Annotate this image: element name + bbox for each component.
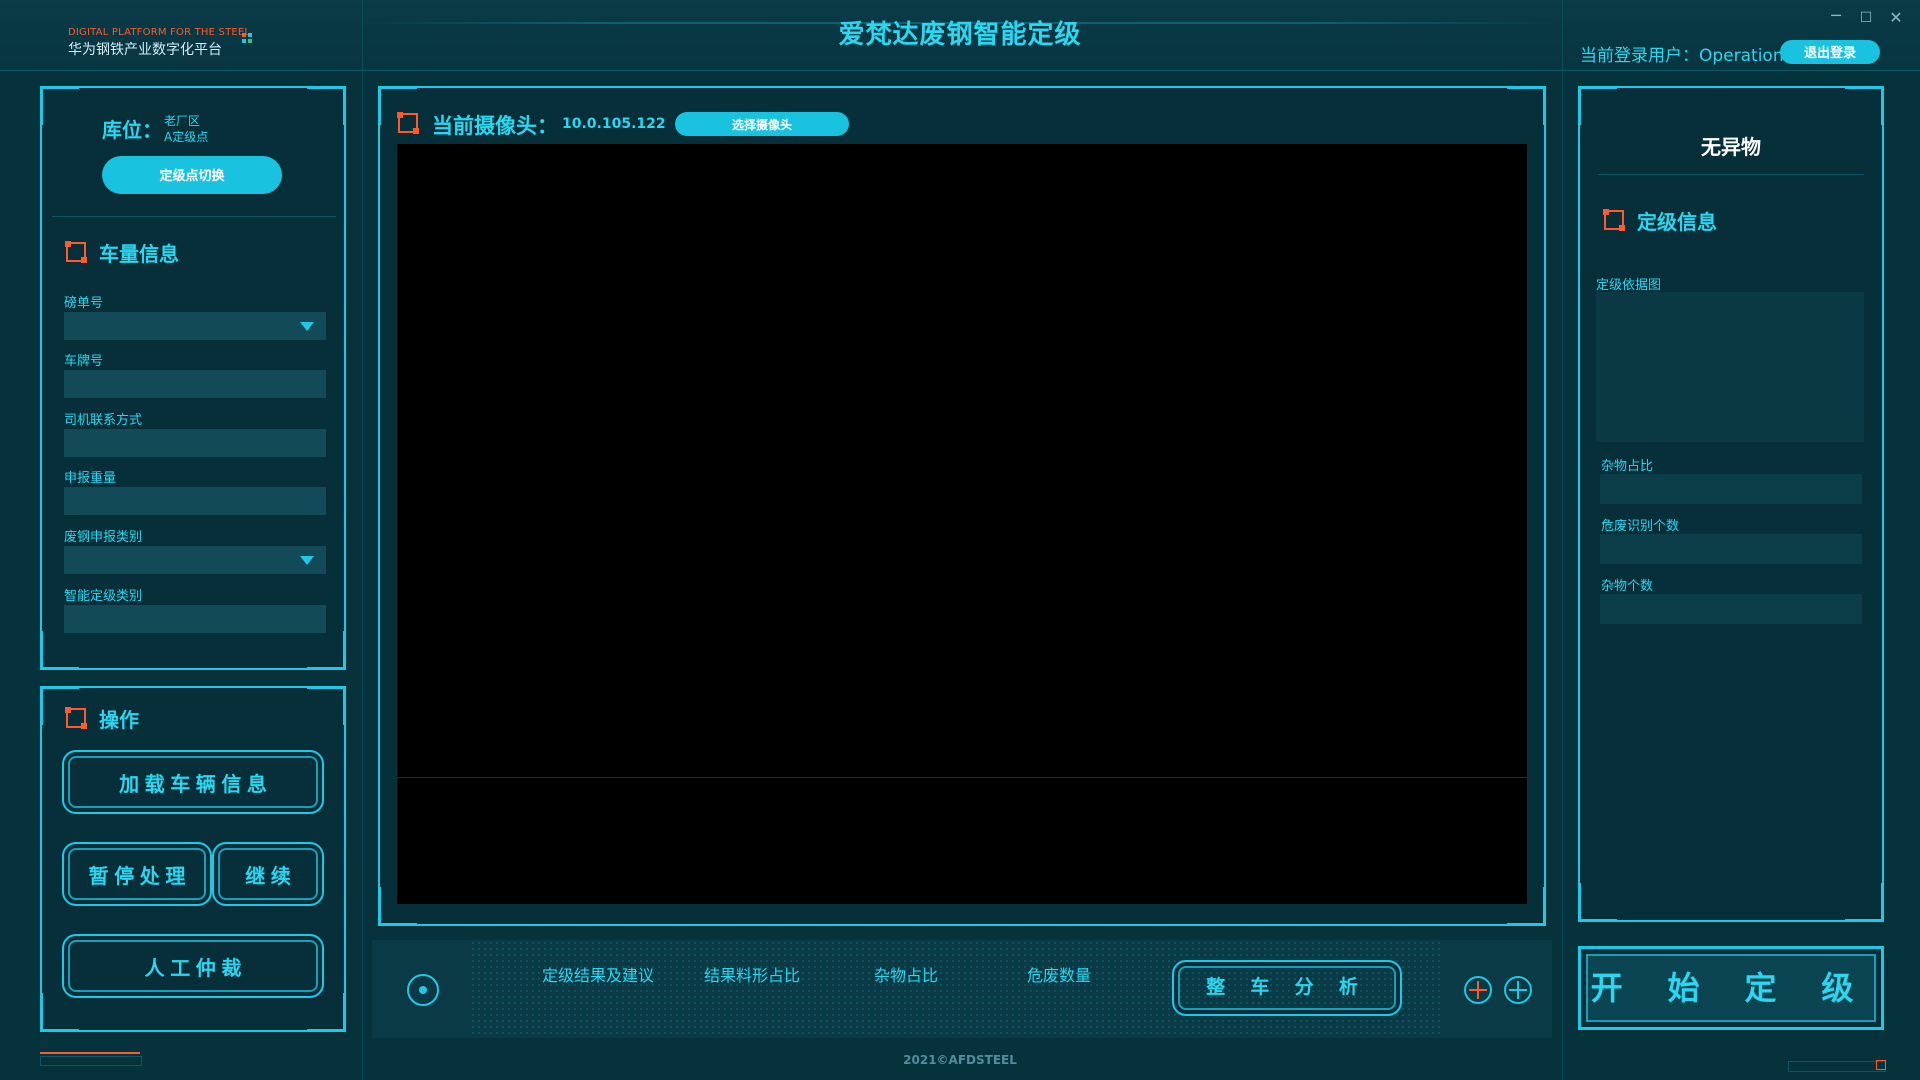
foreign-object-status: 无异物 — [1701, 135, 1761, 159]
chevron-down-icon[interactable] — [300, 322, 314, 331]
tab-hazard-count[interactable]: 危废数量 — [1027, 962, 1091, 986]
hazard-count-value — [1600, 534, 1862, 564]
section-icon — [65, 241, 87, 263]
field-label: 车牌号 — [64, 354, 104, 369]
impurity-ratio-label: 杂物占比 — [1601, 459, 1654, 474]
minimize-icon[interactable]: ─ — [1826, 8, 1846, 28]
section-icon — [65, 707, 87, 729]
divider — [52, 216, 336, 217]
camera-label: 当前摄像头： — [432, 114, 558, 138]
storage-point: A定级点 — [164, 130, 209, 144]
footer-copyright: 2021©AFDSTEEL — [903, 1053, 1017, 1067]
weigh-ticket-dropdown[interactable] — [64, 312, 326, 340]
camera-video-feed — [397, 144, 1527, 904]
impurity-count-label: 杂物个数 — [1601, 579, 1654, 594]
brand-english: DIGITAL PLATFORM FOR THE STEEL — [68, 27, 251, 38]
vehicle-section-title: 车量信息 — [99, 242, 179, 266]
crosshair-icon[interactable] — [1464, 976, 1492, 1004]
field-label: 申报重量 — [64, 471, 117, 486]
plate-number-input[interactable] — [64, 370, 326, 398]
manual-arbitration-button[interactable]: 人 工 仲 裁 — [62, 934, 324, 998]
column-divider — [1562, 0, 1563, 1080]
tab-grading-result[interactable]: 定级结果及建议 — [542, 962, 654, 986]
grading-section-title: 定级信息 — [1637, 210, 1717, 234]
brand-logo-icon — [242, 33, 254, 45]
target-icon[interactable] — [407, 974, 439, 1006]
app-title: 爱梵达废钢智能定级 — [838, 20, 1082, 50]
brand-chinese: 华为钢铁产业数字化平台 — [68, 42, 222, 58]
section-icon — [1603, 209, 1625, 231]
driver-contact-input[interactable] — [64, 429, 326, 457]
hazard-count-label: 危废识别个数 — [1601, 519, 1680, 534]
current-user-label: 当前登录用户：Operation — [1580, 46, 1784, 66]
start-grading-button[interactable]: 开 始 定 级 — [1578, 946, 1884, 1030]
divider — [1598, 174, 1864, 175]
basis-image-label: 定级依据图 — [1596, 278, 1662, 293]
smart-grade-category-field[interactable] — [64, 605, 326, 633]
whole-vehicle-analysis-button[interactable]: 整 车 分 析 — [1172, 960, 1402, 1016]
field-label: 磅单号 — [64, 296, 104, 311]
select-camera-button[interactable]: 选择摄像头 — [675, 112, 849, 136]
operations-section-title: 操作 — [99, 708, 139, 732]
corner-decoration — [40, 1052, 140, 1054]
field-label: 智能定级类别 — [64, 589, 143, 604]
load-vehicle-button[interactable]: 加 载 车 辆 信 息 — [62, 750, 324, 814]
switch-point-button[interactable]: 定级点切换 — [102, 156, 282, 194]
field-label: 司机联系方式 — [64, 413, 143, 428]
tab-impurity-ratio[interactable]: 杂物占比 — [874, 962, 938, 986]
declared-weight-input[interactable] — [64, 487, 326, 515]
maximize-icon[interactable]: ☐ — [1856, 8, 1876, 28]
video-divider — [397, 777, 1527, 778]
section-icon — [397, 112, 419, 134]
corner-decoration — [1788, 1061, 1886, 1072]
basis-image — [1596, 292, 1864, 442]
close-icon[interactable]: ✕ — [1886, 8, 1906, 28]
storage-label: 库位： — [102, 118, 162, 142]
crosshair-icon[interactable] — [1504, 976, 1532, 1004]
impurity-count-value — [1600, 594, 1862, 624]
resume-button[interactable]: 继 续 — [212, 842, 324, 906]
corner-decoration — [1876, 1060, 1886, 1070]
pause-button[interactable]: 暂 停 处 理 — [62, 842, 212, 906]
chevron-down-icon[interactable] — [300, 556, 314, 565]
camera-ip: 10.0.105.122 — [562, 116, 666, 132]
corner-decoration — [40, 1056, 142, 1066]
tab-shape-ratio[interactable]: 结果料形占比 — [704, 962, 800, 986]
impurity-ratio-value — [1600, 474, 1862, 504]
field-label: 废钢申报类别 — [64, 530, 143, 545]
declared-category-dropdown[interactable] — [64, 546, 326, 574]
storage-area: 老厂区 — [164, 114, 201, 128]
column-divider — [362, 0, 363, 1080]
logout-button[interactable]: 退出登录 — [1780, 40, 1880, 64]
